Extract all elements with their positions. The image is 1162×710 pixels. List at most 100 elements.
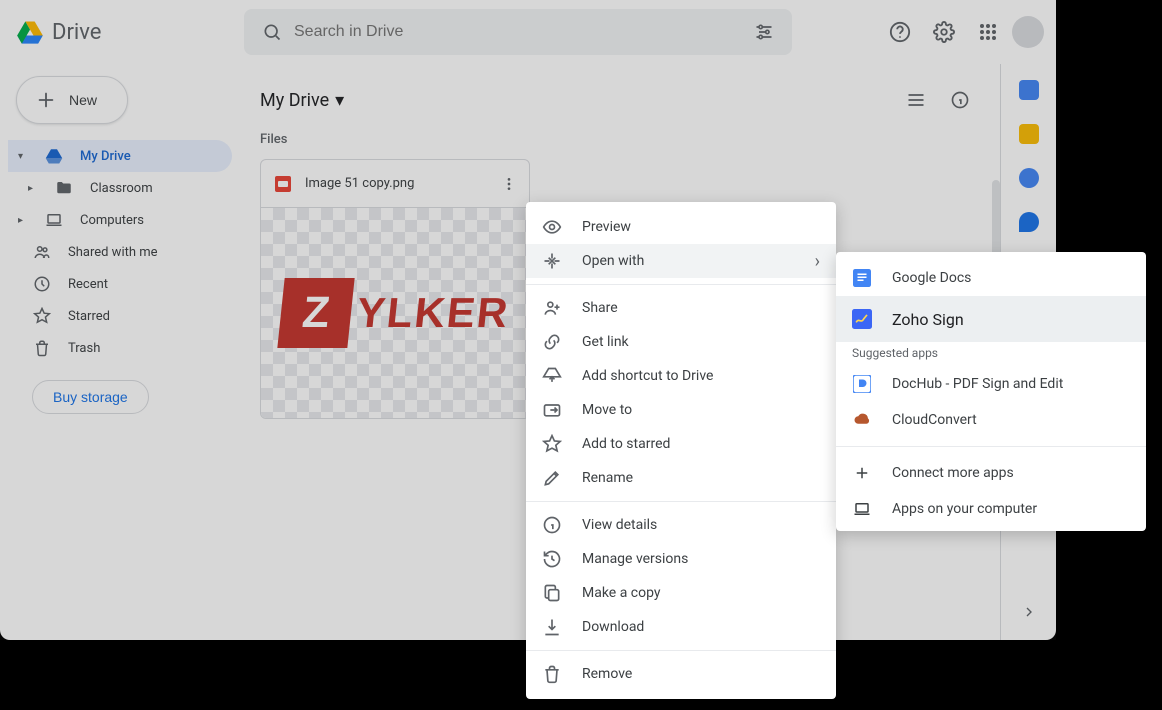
zoho-sign-icon (852, 309, 872, 329)
menu-item-label: Download (582, 619, 644, 635)
account-avatar[interactable] (1012, 16, 1044, 48)
menu-item-rename[interactable]: Rename (526, 461, 836, 495)
tasks-addon-icon[interactable] (1019, 168, 1039, 188)
menu-item-versions[interactable]: Manage versions (526, 542, 836, 576)
expand-icon: ▸ (28, 183, 38, 194)
brand[interactable]: Drive (16, 18, 236, 46)
sidebar-item-classroom[interactable]: ▸ Classroom (8, 172, 232, 204)
menu-item-moveto[interactable]: Move to (526, 393, 836, 427)
sidebar-item-recent[interactable]: Recent (8, 268, 232, 300)
menu-separator (526, 650, 836, 651)
download-icon (542, 617, 562, 637)
menu-item-label: Open with (582, 253, 644, 269)
openwith-item-label: Apps on your computer (892, 501, 1037, 517)
open-icon (542, 251, 562, 271)
sidebar-item-label: My Drive (80, 149, 131, 164)
menu-item-remove[interactable]: Remove (526, 657, 836, 691)
settings-gear-icon[interactable] (924, 12, 964, 52)
info-icon (542, 515, 562, 535)
sidebar-item-label: Trash (68, 341, 100, 356)
menu-item-share[interactable]: Share (526, 291, 836, 325)
pencil-icon (542, 468, 562, 488)
search-options-icon[interactable] (744, 22, 784, 42)
breadcrumb[interactable]: My Drive ▾ (260, 90, 344, 111)
details-pane-icon[interactable] (940, 80, 980, 120)
menu-item-label: Add shortcut to Drive (582, 368, 713, 384)
openwith-connect-more[interactable]: Connect more apps (836, 455, 1146, 491)
list-view-icon[interactable] (896, 80, 936, 120)
file-more-actions-icon[interactable] (493, 168, 525, 200)
menu-item-download[interactable]: Download (526, 610, 836, 644)
sidebar-item-label: Computers (80, 213, 144, 228)
sidebar-item-label: Shared with me (68, 245, 158, 260)
drive-logo-icon (16, 18, 44, 46)
google-docs-icon (852, 268, 872, 288)
header-actions (880, 12, 1048, 52)
menu-item-shortcut[interactable]: Add shortcut to Drive (526, 359, 836, 393)
sidebar-item-starred[interactable]: Starred (8, 300, 232, 332)
breadcrumb-label: My Drive (260, 90, 329, 111)
menu-item-label: Rename (582, 470, 633, 486)
section-label: Files (260, 132, 980, 147)
menu-item-label: Make a copy (582, 585, 661, 601)
image-file-icon (275, 176, 291, 192)
menu-separator (526, 501, 836, 502)
openwith-item-label: CloudConvert (892, 412, 977, 428)
search-bar[interactable] (244, 9, 792, 55)
view-actions (896, 80, 980, 120)
menu-item-label: View details (582, 517, 657, 533)
collapse-panel-icon[interactable] (1013, 596, 1045, 628)
breadcrumb-row: My Drive ▾ (260, 76, 980, 124)
nav-list: ▾ My Drive ▸ Classroom ▸ Computers Share… (8, 140, 232, 364)
sidebar-item-mydrive[interactable]: ▾ My Drive (8, 140, 232, 172)
menu-item-details[interactable]: View details (526, 508, 836, 542)
openwith-item-docs[interactable]: Google Docs (836, 260, 1146, 296)
help-icon[interactable] (880, 12, 920, 52)
sidebar-item-trash[interactable]: Trash (8, 332, 232, 364)
menu-item-openwith[interactable]: Open with › (526, 244, 836, 278)
history-icon (542, 549, 562, 569)
move-icon (542, 400, 562, 420)
apps-grid-icon[interactable] (968, 12, 1008, 52)
drive-icon (44, 146, 64, 166)
sidebar-item-label: Starred (68, 309, 110, 324)
laptop-icon (44, 210, 64, 230)
keep-addon-icon[interactable] (1019, 124, 1039, 144)
openwith-desktop-apps[interactable]: Apps on your computer (836, 491, 1146, 527)
drive-shortcut-icon (542, 366, 562, 386)
openwith-item-zohosign[interactable]: Zoho Sign (836, 296, 1146, 342)
menu-item-copy[interactable]: Make a copy (526, 576, 836, 610)
suggested-apps-label: Suggested apps (836, 342, 1146, 366)
eye-icon (542, 217, 562, 237)
star-icon (542, 434, 562, 454)
file-name: Image 51 copy.png (305, 176, 479, 191)
openwith-item-cloudconvert[interactable]: CloudConvert (836, 402, 1146, 438)
laptop-icon (852, 499, 872, 519)
openwith-item-dochub[interactable]: DocHub - PDF Sign and Edit (836, 366, 1146, 402)
thumbnail-content: Z YLKER (277, 278, 513, 348)
new-button[interactable]: New (16, 76, 128, 124)
menu-item-label: Preview (582, 219, 631, 235)
people-icon (32, 242, 52, 262)
calendar-addon-icon[interactable] (1019, 80, 1039, 100)
app-header: Drive (0, 0, 1056, 64)
menu-item-label: Remove (582, 666, 632, 682)
sidebar-item-shared[interactable]: Shared with me (8, 236, 232, 268)
menu-separator (836, 446, 1146, 447)
contacts-addon-icon[interactable] (1019, 212, 1039, 232)
person-add-icon (542, 298, 562, 318)
search-icon (252, 22, 292, 42)
expand-icon: ▸ (18, 215, 28, 226)
menu-item-getlink[interactable]: Get link (526, 325, 836, 359)
menu-item-label: Manage versions (582, 551, 688, 567)
buy-storage-button[interactable]: Buy storage (32, 380, 149, 414)
sidebar-item-computers[interactable]: ▸ Computers (8, 204, 232, 236)
link-icon (542, 332, 562, 352)
file-thumbnail: Z YLKER (261, 208, 529, 418)
search-input[interactable] (292, 22, 744, 42)
menu-item-preview[interactable]: Preview (526, 210, 836, 244)
menu-item-star[interactable]: Add to starred (526, 427, 836, 461)
file-card[interactable]: Image 51 copy.png Z YLKER (260, 159, 530, 419)
sidebar-item-label: Recent (68, 277, 108, 292)
trash-icon (32, 338, 52, 358)
